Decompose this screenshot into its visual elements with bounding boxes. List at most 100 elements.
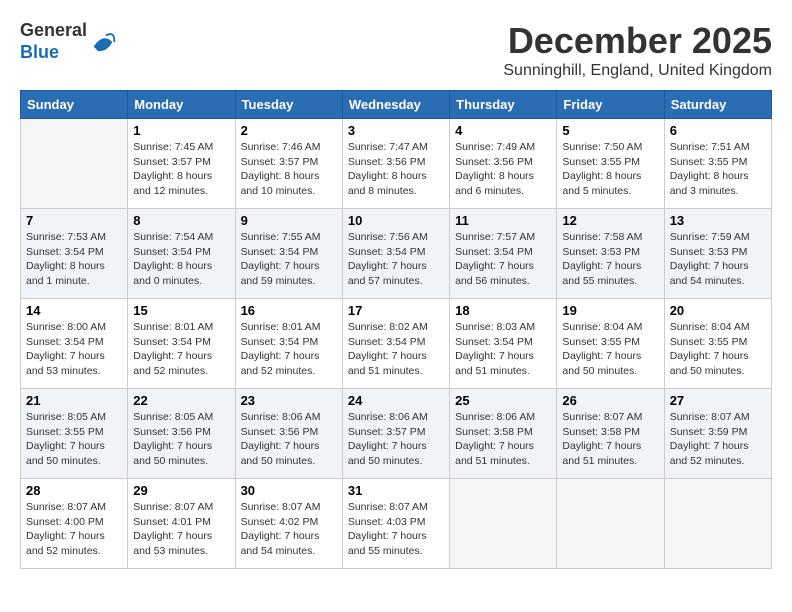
day-number: 18	[455, 303, 551, 318]
calendar-cell: 17Sunrise: 8:02 AM Sunset: 3:54 PM Dayli…	[342, 299, 449, 389]
calendar-table: SundayMondayTuesdayWednesdayThursdayFrid…	[20, 90, 772, 569]
calendar-week-row: 7 Sunrise: 7:53 AM Sunset: 3:54 PM Daylig…	[21, 209, 772, 299]
calendar-header-saturday: Saturday	[664, 91, 771, 119]
calendar-week-row: 14 Sunrise: 8:00 AM Sunset: 3:54 PM Dayli…	[21, 299, 772, 389]
day-info: Sunrise: 8:00 AM Sunset: 3:54 PM Dayligh…	[26, 320, 122, 379]
calendar-cell: 21 Sunrise: 8:05 AM Sunset: 3:55 PM Dayli…	[21, 389, 128, 479]
calendar-cell: 14 Sunrise: 8:00 AM Sunset: 3:54 PM Dayli…	[21, 299, 128, 389]
calendar-cell: 16Sunrise: 8:01 AM Sunset: 3:54 PM Dayli…	[235, 299, 342, 389]
day-info: Sunrise: 7:50 AM Sunset: 3:55 PM Dayligh…	[562, 140, 658, 199]
month-title: December 2025	[503, 20, 772, 62]
day-info: Sunrise: 8:04 AM Sunset: 3:55 PM Dayligh…	[562, 320, 658, 379]
day-number: 5	[562, 123, 658, 138]
day-info: Sunrise: 8:05 AM Sunset: 3:55 PM Dayligh…	[26, 410, 122, 469]
day-info: Sunrise: 7:54 AM Sunset: 3:54 PM Dayligh…	[133, 230, 229, 289]
day-info: Sunrise: 8:01 AM Sunset: 3:54 PM Dayligh…	[133, 320, 229, 379]
day-number: 11	[455, 213, 551, 228]
day-info: Sunrise: 7:51 AM Sunset: 3:55 PM Dayligh…	[670, 140, 766, 199]
calendar-cell: 15 Sunrise: 8:01 AM Sunset: 3:54 PM Dayli…	[128, 299, 235, 389]
calendar-week-row: 28 Sunrise: 8:07 AM Sunset: 4:00 PM Dayli…	[21, 479, 772, 569]
day-info: Sunrise: 8:07 AM Sunset: 4:02 PM Dayligh…	[241, 500, 337, 559]
calendar-cell: 4 Sunrise: 7:49 AM Sunset: 3:56 PM Daylig…	[450, 119, 557, 209]
calendar-cell: 3 Sunrise: 7:47 AM Sunset: 3:56 PM Daylig…	[342, 119, 449, 209]
day-number: 17	[348, 303, 444, 318]
calendar-cell: 31 Sunrise: 8:07 AM Sunset: 4:03 PM Dayli…	[342, 479, 449, 569]
day-number: 6	[670, 123, 766, 138]
calendar-header-thursday: Thursday	[450, 91, 557, 119]
calendar-cell: 23Sunrise: 8:06 AM Sunset: 3:56 PM Dayli…	[235, 389, 342, 479]
calendar-cell: 29Sunrise: 8:07 AM Sunset: 4:01 PM Dayli…	[128, 479, 235, 569]
calendar-header-wednesday: Wednesday	[342, 91, 449, 119]
calendar-cell: 12 Sunrise: 7:58 AM Sunset: 3:53 PM Dayli…	[557, 209, 664, 299]
calendar-cell: 26 Sunrise: 8:07 AM Sunset: 3:58 PM Dayli…	[557, 389, 664, 479]
calendar-week-row: 1 Sunrise: 7:45 AM Sunset: 3:57 PM Daylig…	[21, 119, 772, 209]
day-number: 29	[133, 483, 229, 498]
calendar-cell: 11Sunrise: 7:57 AM Sunset: 3:54 PM Dayli…	[450, 209, 557, 299]
calendar-cell: 8 Sunrise: 7:54 AM Sunset: 3:54 PM Daylig…	[128, 209, 235, 299]
day-number: 1	[133, 123, 229, 138]
calendar-cell: 7 Sunrise: 7:53 AM Sunset: 3:54 PM Daylig…	[21, 209, 128, 299]
calendar-cell: 10 Sunrise: 7:56 AM Sunset: 3:54 PM Dayli…	[342, 209, 449, 299]
day-number: 7	[26, 213, 122, 228]
day-number: 8	[133, 213, 229, 228]
day-info: Sunrise: 8:04 AM Sunset: 3:55 PM Dayligh…	[670, 320, 766, 379]
day-number: 31	[348, 483, 444, 498]
calendar-cell: 20Sunrise: 8:04 AM Sunset: 3:55 PM Dayli…	[664, 299, 771, 389]
calendar-cell: 22Sunrise: 8:05 AM Sunset: 3:56 PM Dayli…	[128, 389, 235, 479]
calendar-cell: 1 Sunrise: 7:45 AM Sunset: 3:57 PM Daylig…	[128, 119, 235, 209]
calendar-header-row: SundayMondayTuesdayWednesdayThursdayFrid…	[21, 91, 772, 119]
day-number: 12	[562, 213, 658, 228]
day-info: Sunrise: 7:55 AM Sunset: 3:54 PM Dayligh…	[241, 230, 337, 289]
day-info: Sunrise: 8:05 AM Sunset: 3:56 PM Dayligh…	[133, 410, 229, 469]
logo-icon	[89, 28, 117, 56]
calendar-cell: 19 Sunrise: 8:04 AM Sunset: 3:55 PM Dayli…	[557, 299, 664, 389]
calendar-cell: 13Sunrise: 7:59 AM Sunset: 3:53 PM Dayli…	[664, 209, 771, 299]
day-info: Sunrise: 7:47 AM Sunset: 3:56 PM Dayligh…	[348, 140, 444, 199]
day-number: 27	[670, 393, 766, 408]
calendar-cell: 30 Sunrise: 8:07 AM Sunset: 4:02 PM Dayli…	[235, 479, 342, 569]
day-info: Sunrise: 8:03 AM Sunset: 3:54 PM Dayligh…	[455, 320, 551, 379]
calendar-cell: 9 Sunrise: 7:55 AM Sunset: 3:54 PM Daylig…	[235, 209, 342, 299]
day-number: 28	[26, 483, 122, 498]
calendar-header-tuesday: Tuesday	[235, 91, 342, 119]
day-info: Sunrise: 7:45 AM Sunset: 3:57 PM Dayligh…	[133, 140, 229, 199]
calendar-cell	[557, 479, 664, 569]
day-number: 26	[562, 393, 658, 408]
calendar-cell: 2 Sunrise: 7:46 AM Sunset: 3:57 PM Daylig…	[235, 119, 342, 209]
day-number: 2	[241, 123, 337, 138]
day-info: Sunrise: 7:46 AM Sunset: 3:57 PM Dayligh…	[241, 140, 337, 199]
day-info: Sunrise: 7:59 AM Sunset: 3:53 PM Dayligh…	[670, 230, 766, 289]
day-info: Sunrise: 8:07 AM Sunset: 4:03 PM Dayligh…	[348, 500, 444, 559]
title-block: December 2025 Sunninghill, England, Unit…	[503, 20, 772, 80]
calendar-cell	[450, 479, 557, 569]
day-number: 3	[348, 123, 444, 138]
day-info: Sunrise: 7:49 AM Sunset: 3:56 PM Dayligh…	[455, 140, 551, 199]
day-number: 21	[26, 393, 122, 408]
calendar-week-row: 21 Sunrise: 8:05 AM Sunset: 3:55 PM Dayli…	[21, 389, 772, 479]
day-number: 10	[348, 213, 444, 228]
calendar-cell: 24Sunrise: 8:06 AM Sunset: 3:57 PM Dayli…	[342, 389, 449, 479]
calendar-cell: 6 Sunrise: 7:51 AM Sunset: 3:55 PM Daylig…	[664, 119, 771, 209]
calendar-cell: 28 Sunrise: 8:07 AM Sunset: 4:00 PM Dayli…	[21, 479, 128, 569]
calendar-cell: 18 Sunrise: 8:03 AM Sunset: 3:54 PM Dayli…	[450, 299, 557, 389]
day-info: Sunrise: 8:07 AM Sunset: 4:00 PM Dayligh…	[26, 500, 122, 559]
day-number: 9	[241, 213, 337, 228]
location-title: Sunninghill, England, United Kingdom	[503, 62, 772, 80]
day-info: Sunrise: 8:06 AM Sunset: 3:57 PM Dayligh…	[348, 410, 444, 469]
calendar-header-friday: Friday	[557, 91, 664, 119]
day-number: 4	[455, 123, 551, 138]
day-info: Sunrise: 8:06 AM Sunset: 3:56 PM Dayligh…	[241, 410, 337, 469]
calendar-cell: 27 Sunrise: 8:07 AM Sunset: 3:59 PM Dayli…	[664, 389, 771, 479]
day-number: 14	[26, 303, 122, 318]
day-info: Sunrise: 7:58 AM Sunset: 3:53 PM Dayligh…	[562, 230, 658, 289]
day-info: Sunrise: 8:07 AM Sunset: 3:59 PM Dayligh…	[670, 410, 766, 469]
day-info: Sunrise: 7:53 AM Sunset: 3:54 PM Dayligh…	[26, 230, 122, 289]
day-number: 19	[562, 303, 658, 318]
logo-general-text: General	[20, 20, 87, 40]
day-info: Sunrise: 8:06 AM Sunset: 3:58 PM Dayligh…	[455, 410, 551, 469]
day-number: 15	[133, 303, 229, 318]
day-info: Sunrise: 8:07 AM Sunset: 3:58 PM Dayligh…	[562, 410, 658, 469]
day-info: Sunrise: 7:56 AM Sunset: 3:54 PM Dayligh…	[348, 230, 444, 289]
day-number: 30	[241, 483, 337, 498]
logo: General Blue	[20, 20, 117, 63]
